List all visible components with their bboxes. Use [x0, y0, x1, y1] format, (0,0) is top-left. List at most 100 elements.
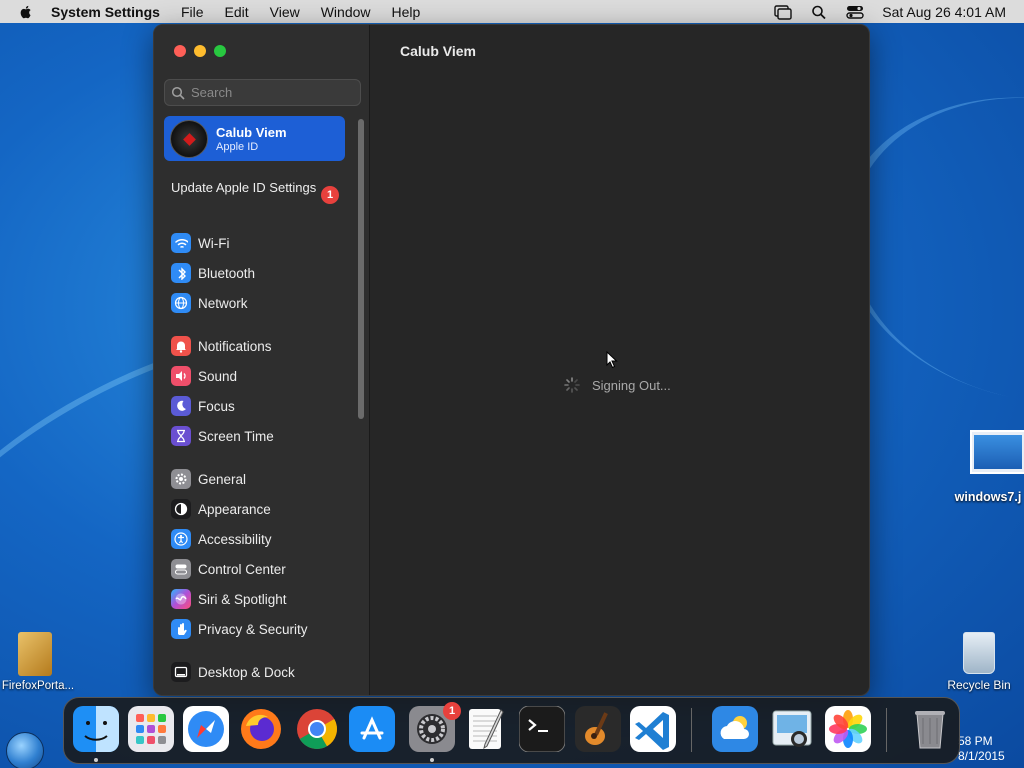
sidebar-item-label: Desktop & Dock — [198, 664, 295, 680]
sidebar-item-general[interactable]: General — [171, 464, 356, 494]
dock-photos[interactable] — [825, 706, 871, 752]
sidebar-group-system: General Appearance Accessibility Control Ce… — [171, 464, 356, 644]
sidebar-item-focus[interactable]: Focus — [171, 391, 356, 421]
chrome-icon — [297, 709, 337, 749]
dock-terminal[interactable] — [519, 706, 565, 752]
weather-icon — [712, 706, 758, 752]
spinner-icon — [564, 377, 580, 393]
gear-icon — [171, 469, 191, 489]
sidebar-group-notifications: Notifications Sound Focus Screen Time — [171, 331, 356, 451]
update-apple-id-item[interactable]: Update Apple ID Settings — [171, 180, 346, 196]
sidebar-item-label: Appearance — [198, 501, 271, 517]
speaker-icon — [171, 366, 191, 386]
sidebar-item-label: Privacy & Security — [198, 621, 308, 637]
zoom-button[interactable] — [214, 45, 226, 57]
dock-garageband[interactable] — [575, 706, 621, 752]
dock-icon — [171, 662, 191, 682]
notification-badge: 1 — [321, 186, 339, 204]
search-icon — [171, 86, 185, 100]
menu-view[interactable]: View — [270, 4, 300, 20]
apple-id-profile[interactable]: Calub Viem Apple ID — [164, 116, 345, 161]
taskbar-date: 8/1/2015 — [958, 749, 1005, 763]
desktop-icon-label: windows7.j — [954, 490, 1022, 504]
dock-finder[interactable] — [73, 706, 119, 752]
dock-separator — [691, 708, 692, 752]
sidebar-item-wi-fi[interactable]: Wi-Fi — [171, 228, 356, 258]
preview-icon — [772, 710, 812, 747]
folder-icon — [18, 632, 52, 676]
desktop-icon-label: FirefoxPorta... — [1, 680, 75, 692]
menu-clock[interactable]: Sat Aug 26 4:01 AM — [882, 4, 1006, 20]
dock-trash[interactable] — [907, 706, 953, 752]
image-thumbnail-icon — [970, 430, 1024, 474]
control-center-icon[interactable] — [846, 4, 864, 20]
sidebar-item-appearance[interactable]: Appearance — [171, 494, 356, 524]
dock-weather[interactable] — [712, 706, 758, 752]
sidebar-item-accessibility[interactable]: Accessibility — [171, 524, 356, 554]
dock: 1 — [63, 697, 960, 764]
taskbar-time: 58 PM — [958, 734, 993, 748]
control-center-icon — [171, 559, 191, 579]
sidebar-item-notifications[interactable]: Notifications — [171, 331, 356, 361]
menu-edit[interactable]: Edit — [225, 4, 249, 20]
dock-firefox[interactable] — [238, 706, 284, 752]
minimize-button[interactable] — [194, 45, 206, 57]
sidebar-item-control-center[interactable]: Control Center — [171, 554, 356, 584]
sidebar-item-privacy-security[interactable]: Privacy & Security — [171, 614, 356, 644]
avatar — [170, 119, 208, 158]
dock-launchpad[interactable] — [128, 706, 174, 752]
sidebar-item-label: General — [198, 471, 247, 487]
search-input[interactable] — [191, 85, 351, 100]
textedit-icon — [469, 709, 504, 750]
profile-subtitle: Apple ID — [216, 140, 259, 153]
garageband-icon — [575, 706, 621, 752]
spotlight-search-icon[interactable] — [810, 4, 828, 20]
vscode-icon — [630, 706, 676, 752]
moon-icon — [171, 396, 191, 416]
search-field[interactable] — [164, 79, 361, 106]
globe-icon — [171, 293, 191, 313]
recycle-bin-icon — [963, 632, 995, 674]
menu-window[interactable]: Window — [321, 4, 371, 20]
dock-separator — [886, 708, 887, 752]
dock-textedit[interactable] — [463, 706, 509, 752]
apple-icon[interactable] — [18, 4, 34, 20]
windows-start-orb[interactable] — [6, 732, 44, 768]
screen-mirroring-icon[interactable] — [774, 4, 792, 20]
dock-app-store[interactable] — [349, 706, 395, 752]
dock-notification-badge: 1 — [443, 702, 461, 720]
finder-icon — [73, 706, 119, 752]
desktop-file-windows7[interactable]: windows7.j — [952, 430, 1024, 504]
sidebar-item-sound[interactable]: Sound — [171, 361, 356, 391]
hourglass-icon — [171, 426, 191, 446]
desktop-file-firefoxportable[interactable]: FirefoxPorta... — [0, 632, 76, 692]
sidebar-group-desktop: Desktop & Dock — [171, 657, 356, 687]
siri-icon — [171, 589, 191, 609]
firefox-icon — [241, 709, 281, 749]
dock-preview[interactable] — [769, 706, 815, 752]
close-button[interactable] — [174, 45, 186, 57]
desktop-recycle-bin[interactable]: Recycle Bin — [944, 632, 1014, 692]
appearance-icon — [171, 499, 191, 519]
sidebar-item-label: Focus — [198, 398, 235, 414]
sidebar-item-bluetooth[interactable]: Bluetooth — [171, 258, 356, 288]
dock-vscode[interactable] — [630, 706, 676, 752]
sidebar-item-desktop-dock[interactable]: Desktop & Dock — [171, 657, 356, 687]
sidebar-item-label: Notifications — [198, 338, 272, 354]
desktop-icon-label: Recycle Bin — [947, 678, 1011, 692]
menu-app-name[interactable]: System Settings — [51, 4, 160, 20]
menu-help[interactable]: Help — [392, 4, 421, 20]
sidebar-item-label: Network — [198, 295, 248, 311]
app-store-icon — [349, 706, 395, 752]
menu-file[interactable]: File — [181, 4, 204, 20]
sidebar-group-network: Wi-Fi Bluetooth Network — [171, 228, 356, 318]
photos-icon — [825, 706, 871, 752]
page-title: Calub Viem — [400, 43, 476, 59]
dock-chrome[interactable] — [294, 706, 340, 752]
sidebar-item-network[interactable]: Network — [171, 288, 356, 318]
sidebar-scrollbar[interactable] — [358, 119, 364, 419]
dock-safari[interactable] — [183, 706, 229, 752]
sidebar-item-siri-spotlight[interactable]: Siri & Spotlight — [171, 584, 356, 614]
sidebar-item-screen-time[interactable]: Screen Time — [171, 421, 356, 451]
bell-icon — [171, 336, 191, 356]
